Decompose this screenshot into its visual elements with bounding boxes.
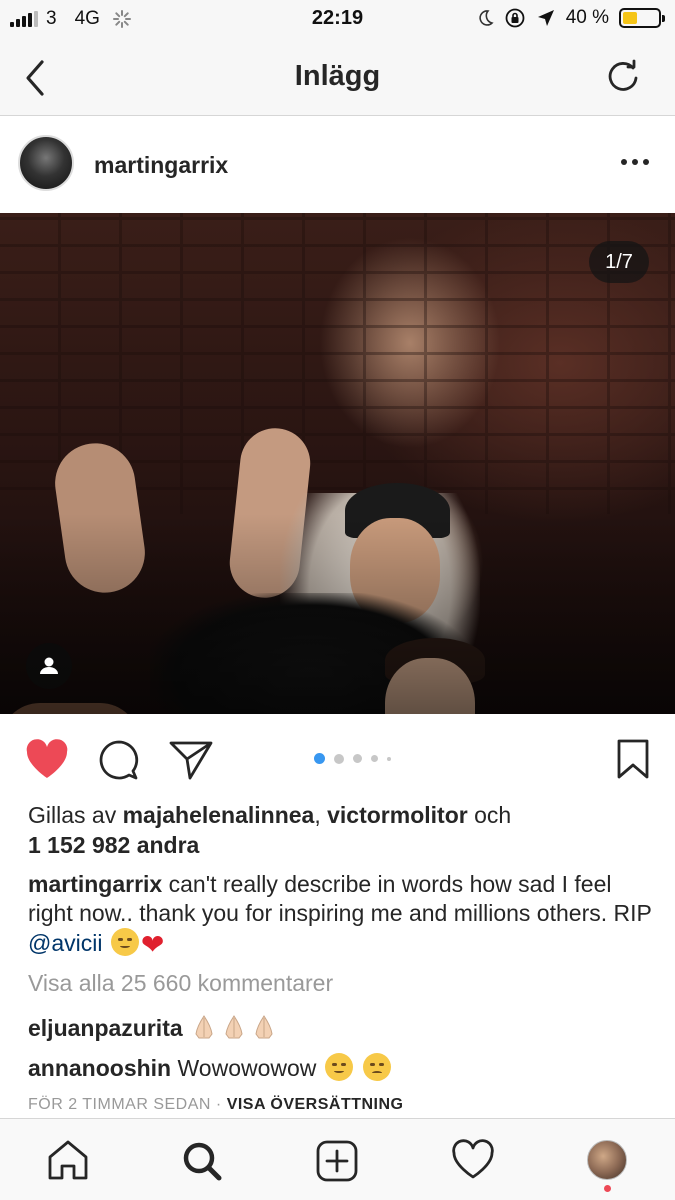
post-timestamp: FÖR 2 TIMMAR SEDAN — [28, 1096, 211, 1113]
comment-item: eljuanpazurita — [28, 1013, 279, 1042]
likes-count[interactable]: 1 152 982 andra — [28, 832, 199, 858]
post-header: martingarrix — [0, 117, 675, 213]
bottom-tab-bar — [0, 1118, 675, 1200]
heart-filled-icon — [26, 739, 68, 778]
status-right: 40 % — [476, 7, 665, 29]
tab-profile[interactable] — [587, 1140, 627, 1180]
frowning-face-emoji — [363, 1053, 392, 1081]
likes-summary: Gillas av majahelenalinnea, victormolito… — [28, 800, 648, 860]
heart-outline-icon — [452, 1139, 494, 1179]
caption-mention[interactable]: @avicii — [28, 930, 102, 956]
share-button[interactable] — [168, 739, 214, 786]
liker-username[interactable]: victormolitor — [327, 802, 468, 828]
page-title: Inlägg — [294, 60, 381, 92]
paper-plane-icon — [169, 741, 213, 780]
status-bar: 3 4G 22:19 40 % — [0, 0, 675, 40]
comment-username[interactable]: eljuanpazurita — [28, 1015, 183, 1041]
person-tag-icon — [40, 657, 58, 674]
more-horizontal-icon — [621, 159, 627, 165]
see-translation-link[interactable]: VISA ÖVERSÄTTNING — [227, 1096, 404, 1113]
caption-username[interactable]: martingarrix — [28, 871, 162, 897]
tag-people-button[interactable] — [26, 643, 72, 689]
liker-username[interactable]: majahelenalinnea — [123, 802, 315, 828]
plus-square-icon — [316, 1140, 358, 1182]
likes-separator: , — [314, 802, 321, 828]
comment-icon — [99, 740, 139, 780]
moon-icon — [479, 10, 494, 26]
likes-conjunction: och — [474, 802, 512, 828]
save-button[interactable] — [616, 738, 650, 785]
persevering-face-emoji — [324, 1053, 353, 1081]
pensive-face-emoji — [110, 928, 139, 956]
refresh-icon — [608, 59, 638, 91]
notification-dot — [604, 1185, 611, 1192]
more-options-button[interactable] — [621, 159, 649, 165]
location-arrow-icon — [537, 10, 554, 26]
view-all-comments-link[interactable]: Visa alla 25 660 kommentarer — [28, 970, 333, 997]
comment-button[interactable] — [97, 738, 141, 787]
search-icon — [183, 1142, 222, 1181]
comment-item: annanooshin Wowowowow — [28, 1053, 393, 1082]
post-username[interactable]: martingarrix — [94, 152, 228, 179]
carousel-counter: 1/7 — [589, 241, 649, 283]
folded-hands-emoji — [255, 1015, 273, 1039]
home-icon — [48, 1140, 88, 1180]
comment-username[interactable]: annanooshin — [28, 1055, 171, 1081]
post-meta: FÖR 2 TIMMAR SEDAN · VISA ÖVERSÄTTNING — [28, 1096, 404, 1114]
battery-percent: 40 % — [565, 7, 609, 28]
tab-search[interactable] — [180, 1139, 224, 1188]
comment-text: Wowowowow — [177, 1055, 317, 1081]
post-photo[interactable]: 1/7 — [0, 213, 675, 714]
red-heart-emoji: ❤ — [140, 929, 165, 960]
tab-new-post[interactable] — [315, 1139, 359, 1188]
orientation-lock-icon — [505, 8, 525, 28]
folded-hands-emoji — [225, 1015, 243, 1039]
meta-separator: · — [215, 1096, 222, 1113]
folded-hands-emoji — [195, 1015, 213, 1039]
tab-activity[interactable] — [450, 1139, 496, 1186]
battery-level — [623, 12, 637, 24]
refresh-button[interactable] — [603, 56, 643, 96]
tab-home[interactable] — [46, 1139, 90, 1186]
likes-prefix: Gillas av — [28, 802, 117, 828]
bookmark-icon — [617, 739, 649, 779]
avatar[interactable] — [18, 135, 74, 191]
like-button[interactable] — [24, 738, 70, 785]
post-caption: martingarrix can't really describe in wo… — [28, 870, 658, 959]
battery-icon — [619, 8, 665, 28]
nav-header: Inlägg — [0, 40, 675, 116]
carousel-indicator — [314, 753, 391, 764]
